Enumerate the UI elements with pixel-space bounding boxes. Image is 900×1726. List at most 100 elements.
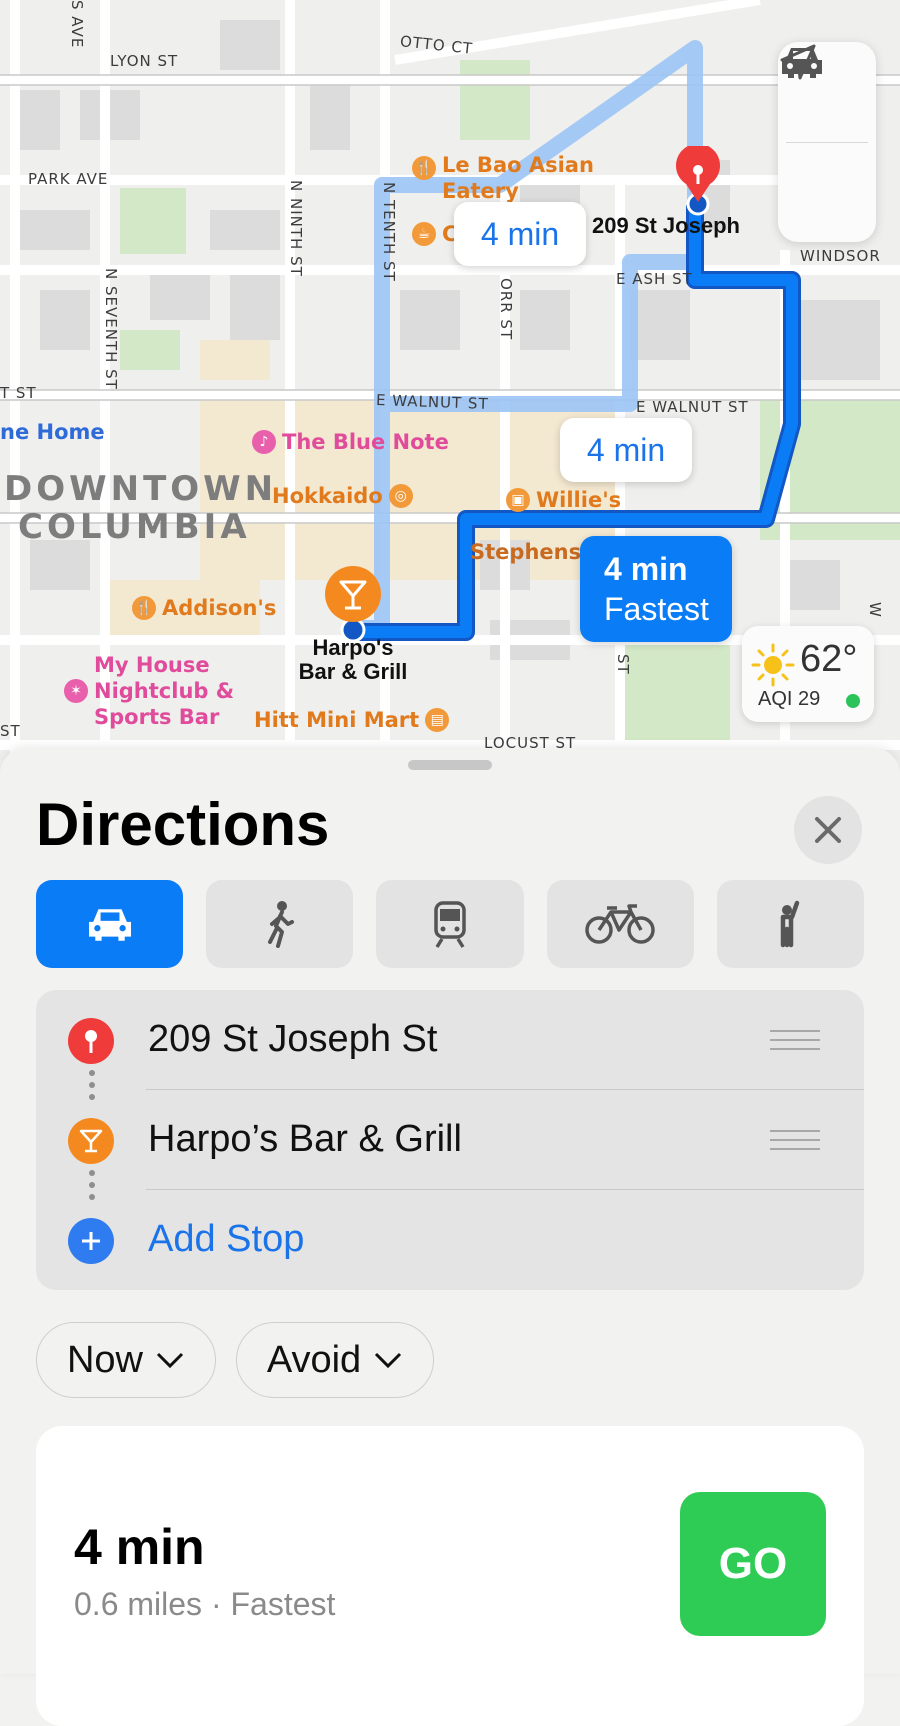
poi-addisons[interactable]: 🍴 Addison's <box>132 596 276 620</box>
stop-origin[interactable]: Harpo’s Bar & Grill <box>36 1090 864 1190</box>
stop-destination[interactable]: 209 St Joseph St <box>36 990 864 1090</box>
weather-widget[interactable]: 62° AQI 29 <box>742 626 874 722</box>
locate-me-button[interactable] <box>778 44 876 243</box>
poi-cafe[interactable]: ☕ C <box>412 222 457 246</box>
mode-transit-button[interactable] <box>376 880 524 968</box>
map-controls <box>778 42 876 242</box>
origin-label: Harpo's Bar & Grill <box>290 636 416 684</box>
street-label-tenth: N TENTH ST <box>380 182 398 282</box>
cocktail-icon <box>325 566 381 643</box>
sheet-grabber[interactable] <box>408 760 492 770</box>
bicycle-icon <box>585 904 655 944</box>
close-icon <box>815 817 841 843</box>
mode-drive-button[interactable] <box>36 880 184 968</box>
poi-willies[interactable]: ▣ Willie's <box>506 488 621 512</box>
mode-cycle-button[interactable] <box>546 880 694 968</box>
poi-hitt-label: Hitt Mini Mart <box>254 708 420 732</box>
add-stop-label: Add Stop <box>148 1218 305 1260</box>
poi-home[interactable]: ne Home <box>0 420 105 444</box>
music-note-icon: ♪ <box>252 430 276 454</box>
poi-stephens-label: Stephens <box>470 540 582 564</box>
drag-handle-icon[interactable] <box>770 1128 820 1152</box>
poi-blue-note-label: The Blue Note <box>282 430 449 454</box>
avoid-button[interactable]: Avoid <box>236 1322 434 1398</box>
poi-le-bao[interactable]: 🍴 Le Bao Asian Eatery <box>412 152 594 204</box>
directions-sheet: Directions 209 St Joseph St Harpo’s Bar … <box>0 748 900 1726</box>
sheet-title: Directions <box>36 791 330 858</box>
poi-hitt-mini-mart[interactable]: Hitt Mini Mart ▤ <box>254 708 450 732</box>
poi-my-house-line-3: Sports Bar <box>94 705 220 729</box>
poi-hokkaido-label: Hokkaido <box>272 484 383 508</box>
street-label-ninth: N NINTH ST <box>287 180 305 277</box>
beer-icon: ▣ <box>506 488 530 512</box>
route-details: 0.6 miles · Fastest <box>74 1586 336 1622</box>
street-label-windsor: WINDSOR <box>800 247 881 265</box>
poi-le-bao-line-2: Eatery <box>442 179 519 203</box>
poi-le-bao-line-1: Le Bao Asian <box>442 153 594 177</box>
origin-pin[interactable] <box>322 564 384 646</box>
sun-icon <box>751 643 795 687</box>
chevron-down-icon <box>156 1352 184 1369</box>
origin-label-line-2: Bar & Grill <box>298 659 408 684</box>
car-icon <box>88 909 131 941</box>
stop-origin-label: Harpo’s Bar & Grill <box>148 1118 462 1160</box>
poi-stephens[interactable]: Stephens <box>470 540 581 564</box>
hailing-person-icon <box>781 900 800 948</box>
poi-blue-note[interactable]: ♪ The Blue Note <box>252 430 449 454</box>
route-bubble-fastest[interactable]: 4 min Fastest <box>580 536 732 642</box>
train-icon <box>434 901 466 948</box>
route-bubble-fastest-time: 4 min <box>604 551 688 587</box>
poi-willies-label: Willie's <box>536 488 622 512</box>
street-label-ash: E ASH ST <box>616 270 693 288</box>
fork-knife-icon: 🍴 <box>132 596 156 620</box>
route-summary-card[interactable]: 4 min 0.6 miles · Fastest GO <box>36 1426 864 1726</box>
map-view[interactable]: LYON ST OTTO CT PARK AVE N NINTH ST N TE… <box>0 0 900 760</box>
poi-hokkaido[interactable]: Hokkaido ◎ <box>272 484 413 508</box>
poi-my-house[interactable]: ✶ My House Nightclub & Sports Bar <box>64 652 234 730</box>
street-label-park: PARK AVE <box>28 170 109 188</box>
store-icon: ▤ <box>425 708 450 732</box>
street-label-seventh: N SEVENTH ST <box>102 268 120 390</box>
route-bubble-fastest-label: Fastest <box>604 591 709 627</box>
coffee-icon: ☕ <box>412 222 436 246</box>
go-button[interactable]: GO <box>680 1492 826 1636</box>
fork-knife-icon: 🍴 <box>412 156 436 180</box>
pin-icon <box>676 146 720 216</box>
pin-icon <box>68 1018 114 1064</box>
add-stop-row[interactable]: Add Stop <box>36 1190 864 1290</box>
stop-destination-label: 209 St Joseph St <box>148 1018 438 1060</box>
district-line-2: COLUMBIA <box>18 507 251 547</box>
sushi-icon: ◎ <box>388 484 413 508</box>
street-label-st-vertical: ST <box>614 654 632 675</box>
street-label-walnut-east: E WALNUT ST <box>636 398 749 416</box>
mode-rideshare-button[interactable] <box>716 880 865 968</box>
depart-time-label: Now <box>66 1338 144 1381</box>
destination-pin[interactable] <box>668 146 728 216</box>
route-bubble-alt-2[interactable]: 4 min <box>560 418 692 482</box>
street-label-ave: S AVE <box>68 0 86 49</box>
aqi-status-dot <box>846 694 860 708</box>
avoid-label: Avoid <box>266 1338 362 1381</box>
walking-icon <box>267 901 294 948</box>
chevron-down-icon <box>375 1352 402 1369</box>
route-bubble-alt-1[interactable]: 4 min <box>454 202 586 266</box>
transport-mode-selector <box>36 880 865 968</box>
depart-time-button[interactable]: Now <box>36 1322 216 1398</box>
route-duration: 4 min <box>74 1519 205 1575</box>
street-label-w-vertical: W <box>866 602 884 618</box>
close-button[interactable] <box>794 796 862 864</box>
street-label-orr: ORR ST <box>497 278 515 341</box>
location-arrow-icon <box>780 44 816 80</box>
street-label-st-left: T ST <box>0 384 37 402</box>
poi-addisons-label: Addison's <box>162 596 277 620</box>
mode-walk-button[interactable] <box>206 880 354 968</box>
cocktail-icon <box>68 1118 114 1164</box>
drag-handle-icon[interactable] <box>770 1028 820 1052</box>
district-label: DOWNTOWN COLUMBIA <box>4 470 277 546</box>
poi-my-house-line-1: My House <box>94 653 210 677</box>
poi-my-house-line-2: Nightclub & <box>94 679 235 703</box>
plus-icon <box>68 1218 114 1264</box>
street-label-lyon: LYON ST <box>110 52 179 70</box>
disco-ball-icon: ✶ <box>64 679 88 703</box>
district-line-1: DOWNTOWN <box>4 469 278 509</box>
